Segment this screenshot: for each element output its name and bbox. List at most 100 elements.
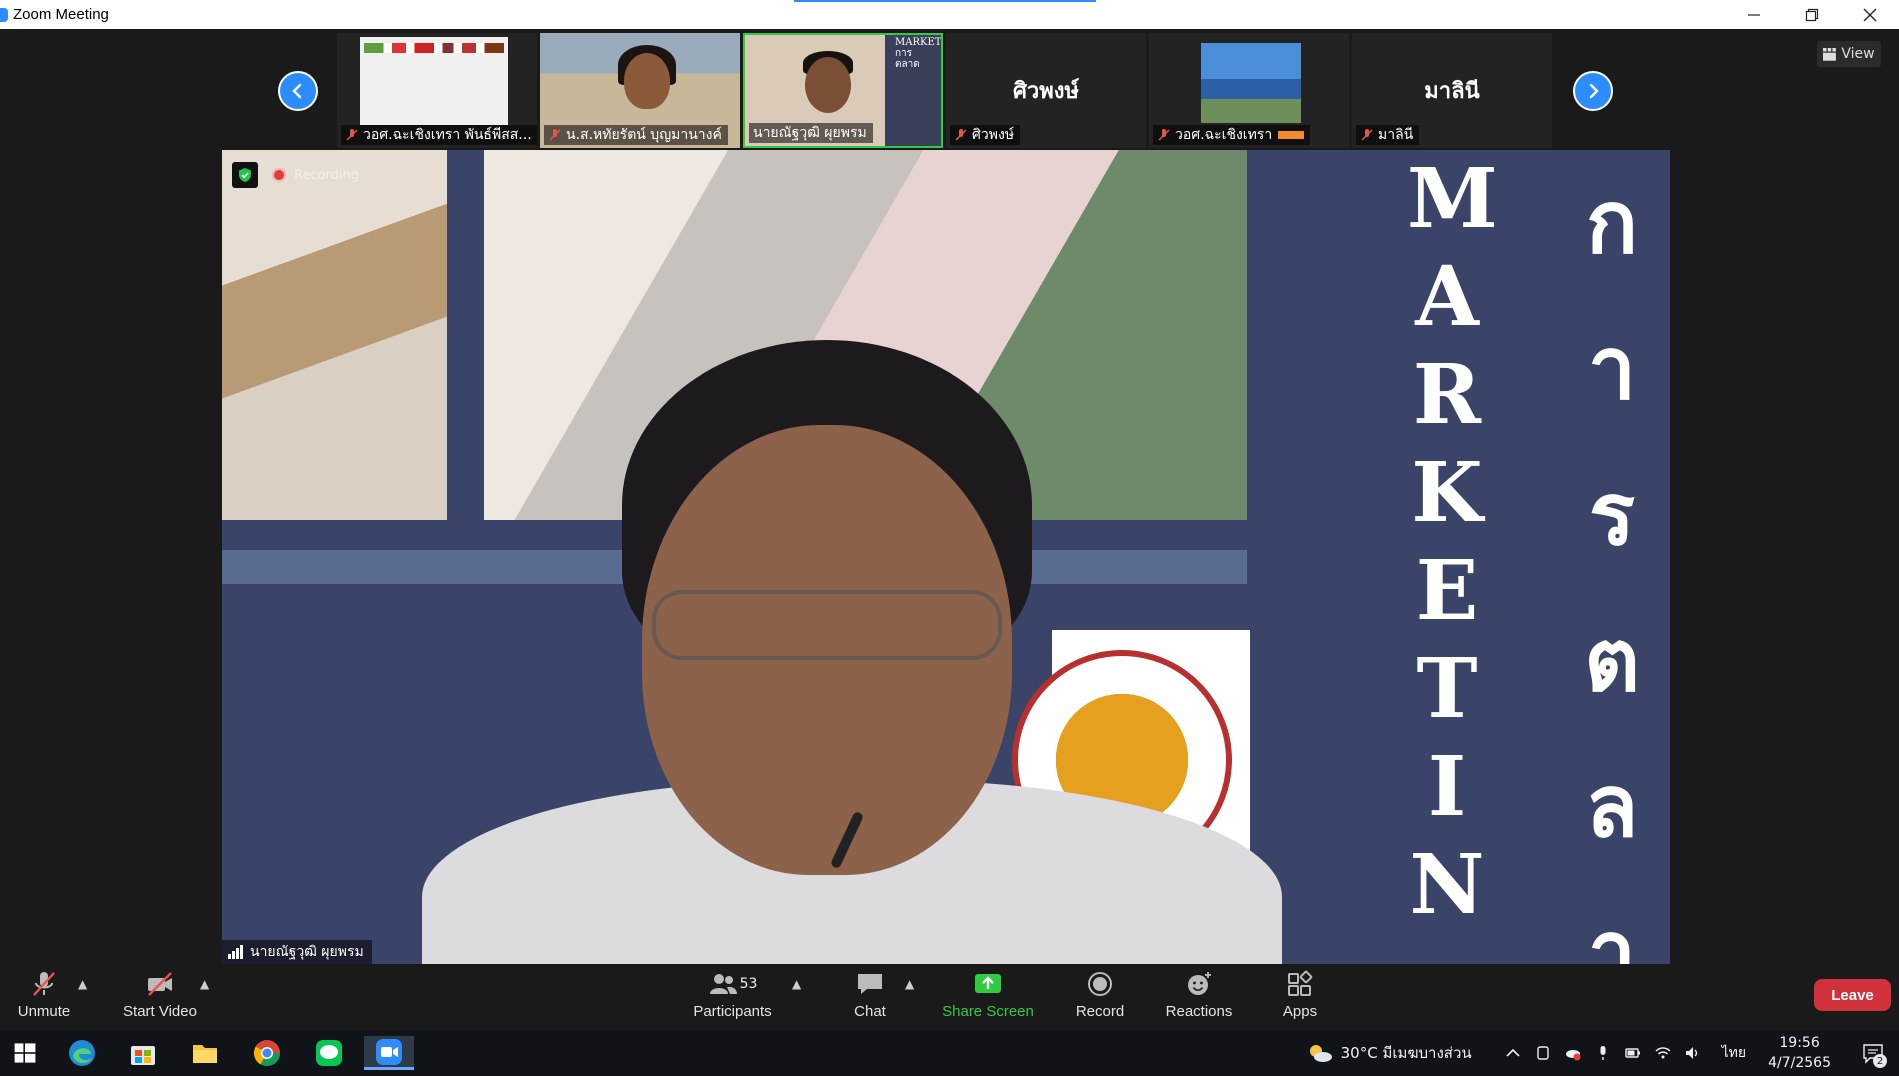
taskbar-file-explorer[interactable] bbox=[180, 1036, 230, 1070]
speaker-glasses bbox=[652, 590, 1002, 660]
participant-name-label: นายณัฐวุฒิ ผุยพรม bbox=[749, 123, 873, 143]
zoom-window: Zoom Meeting วอศ.ฉะเชิงเทรา พันธ์พีสส...… bbox=[0, 0, 1899, 1076]
close-button[interactable] bbox=[1841, 0, 1899, 29]
video-off-icon bbox=[148, 972, 172, 996]
taskbar-chrome[interactable] bbox=[242, 1036, 292, 1070]
device-icon[interactable] bbox=[1532, 1042, 1554, 1064]
mic-muted-icon bbox=[33, 972, 55, 996]
taskbar-clock[interactable]: 19:56 4/7/2565 bbox=[1768, 1033, 1831, 1073]
chevron-right-icon bbox=[1589, 83, 1599, 99]
weather-widget[interactable]: 30°C มีเมฆบางส่วน bbox=[1307, 1041, 1472, 1065]
participants-options-caret[interactable]: ▲ bbox=[792, 977, 801, 991]
microphone-icon[interactable] bbox=[1592, 1042, 1614, 1064]
participant-thumbnail[interactable]: น.ส.หทัยรัตน์ บุญมานางค์ bbox=[540, 33, 740, 148]
view-button[interactable]: View bbox=[1817, 41, 1881, 67]
mic-muted-icon bbox=[1361, 129, 1373, 141]
school-logos bbox=[364, 43, 504, 53]
taskbar-zoom[interactable] bbox=[364, 1036, 414, 1070]
mic-muted-icon bbox=[549, 129, 561, 141]
main-speaker-video[interactable]: MARKETIN การตลาด Recording นายณัฐวุฒิ ผุ… bbox=[222, 150, 1670, 964]
participant-name-label: วอศ.ฉะเชิงเทรา bbox=[1153, 125, 1311, 145]
chevron-left-icon bbox=[292, 83, 302, 99]
audio-options-caret[interactable]: ▲ bbox=[78, 977, 87, 991]
active-speaker-label: นายณัฐวุฒิ ผุยพรม bbox=[222, 940, 372, 964]
window-title: Zoom Meeting bbox=[13, 6, 109, 23]
share-screen-icon bbox=[975, 974, 1001, 993]
taskbar-line[interactable] bbox=[304, 1036, 354, 1070]
apps-icon bbox=[1288, 970, 1313, 996]
participant-name-label: ศิวพงษ์ bbox=[950, 125, 1021, 145]
slide-photo-left bbox=[222, 150, 447, 520]
volume-icon[interactable] bbox=[1682, 1042, 1704, 1064]
share-screen-button[interactable]: Share Screen bbox=[940, 965, 1036, 1030]
battery-icon[interactable] bbox=[1622, 1042, 1644, 1064]
participant-video bbox=[360, 37, 508, 125]
edge-browser-icon bbox=[69, 1040, 95, 1066]
participant-video bbox=[1201, 43, 1301, 123]
taskbar-edge[interactable] bbox=[57, 1036, 107, 1070]
participant-name-label: น.ส.หทัยรัตน์ บุญมานางค์ bbox=[544, 125, 728, 145]
input-language-indicator[interactable]: ไทย bbox=[1722, 1042, 1746, 1064]
connection-signal-icon bbox=[228, 945, 244, 959]
participant-thumbnail[interactable]: มาลินี มาลินี bbox=[1352, 33, 1552, 148]
minimize-icon bbox=[1748, 13, 1760, 16]
restore-button[interactable] bbox=[1783, 0, 1841, 29]
notification-count-badge: 2 bbox=[1873, 1054, 1887, 1068]
start-button[interactable] bbox=[0, 1036, 50, 1070]
slide-vertical-text: MARKETIN การตลาด bbox=[895, 37, 942, 70]
zoom-app-icon bbox=[376, 1038, 402, 1065]
mic-muted-icon bbox=[1158, 129, 1170, 141]
wifi-icon[interactable] bbox=[1652, 1042, 1674, 1064]
security-shield-icon[interactable] bbox=[232, 162, 258, 188]
zoom-app-icon bbox=[0, 7, 8, 22]
mic-muted-icon bbox=[955, 129, 967, 141]
reactions-button[interactable]: Reactions bbox=[1162, 965, 1236, 1030]
folder-icon bbox=[193, 1045, 217, 1063]
flag-icon bbox=[1278, 131, 1305, 139]
windows-logo-icon bbox=[14, 1043, 36, 1063]
video-options-caret[interactable]: ▲ bbox=[200, 977, 209, 991]
participants-icon bbox=[709, 974, 737, 994]
chat-icon bbox=[858, 974, 882, 994]
focus-accent-line bbox=[794, 0, 1096, 2]
meeting-area: วอศ.ฉะเชิงเทรา พันธ์พีสส... น.ส.หทัยรัตน… bbox=[0, 29, 1899, 965]
onedrive-error-icon[interactable] bbox=[1562, 1042, 1584, 1064]
chrome-icon bbox=[253, 1040, 281, 1067]
slide-vertical-marketing: MARKETIN bbox=[1407, 151, 1498, 933]
system-tray: 30°C มีเมฆบางส่วน ไทย 19:56 4/7/2565 2 bbox=[1307, 1030, 1899, 1076]
grid-view-icon bbox=[1823, 47, 1837, 61]
recording-dot-icon bbox=[272, 168, 286, 182]
minimize-button[interactable] bbox=[1725, 0, 1783, 29]
leave-button[interactable]: Leave bbox=[1814, 979, 1891, 1011]
taskbar-store[interactable] bbox=[118, 1036, 168, 1070]
participants-button[interactable]: 53 Participants bbox=[690, 965, 775, 1030]
participant-thumbnail-active-speaker[interactable]: MARKETIN การตลาด นายณัฐวุฒิ ผุยพรม bbox=[743, 33, 943, 148]
show-hidden-icons-chevron-icon[interactable] bbox=[1502, 1042, 1524, 1064]
unmute-button[interactable]: Unmute bbox=[14, 965, 74, 1030]
mic-muted-icon bbox=[346, 129, 358, 141]
gallery-prev-button[interactable] bbox=[278, 71, 318, 111]
participant-display-name: ศิวพงษ์ bbox=[1012, 79, 1080, 104]
record-icon bbox=[1088, 972, 1112, 996]
gallery-strip: วอศ.ฉะเชิงเทรา พันธ์พีสส... น.ส.หทัยรัตน… bbox=[0, 31, 1899, 149]
participant-thumbnail[interactable]: วอศ.ฉะเชิงเทรา bbox=[1149, 33, 1349, 148]
chat-options-caret[interactable]: ▲ bbox=[905, 977, 914, 991]
gallery-next-button[interactable] bbox=[1573, 71, 1613, 111]
chat-button[interactable]: Chat bbox=[840, 965, 900, 1030]
record-button[interactable]: Record bbox=[1070, 965, 1130, 1030]
partly-cloudy-icon bbox=[1309, 1045, 1332, 1062]
participant-name-label: วอศ.ฉะเชิงเทรา พันธ์พีสส... bbox=[341, 125, 537, 145]
participant-thumbnail[interactable]: ศิวพงษ์ ศิวพงษ์ bbox=[946, 33, 1146, 148]
window-controls bbox=[1725, 0, 1899, 29]
apps-button[interactable]: Apps bbox=[1272, 965, 1328, 1030]
reactions-icon bbox=[1188, 972, 1211, 995]
notification-center-button[interactable]: 2 bbox=[1853, 1036, 1893, 1070]
recording-label: Recording bbox=[294, 167, 360, 183]
meeting-toolbar: Unmute ▲ Start Video ▲ 53 Participants ▲… bbox=[0, 965, 1899, 1030]
start-video-button[interactable]: Start Video bbox=[120, 965, 200, 1030]
participant-thumbnail[interactable]: วอศ.ฉะเชิงเทรา พันธ์พีสส... bbox=[337, 33, 537, 148]
line-app-icon bbox=[316, 1040, 342, 1066]
recording-indicator: Recording bbox=[232, 160, 359, 190]
participants-count: 53 bbox=[739, 976, 758, 992]
tray-icons bbox=[1494, 1042, 1704, 1064]
